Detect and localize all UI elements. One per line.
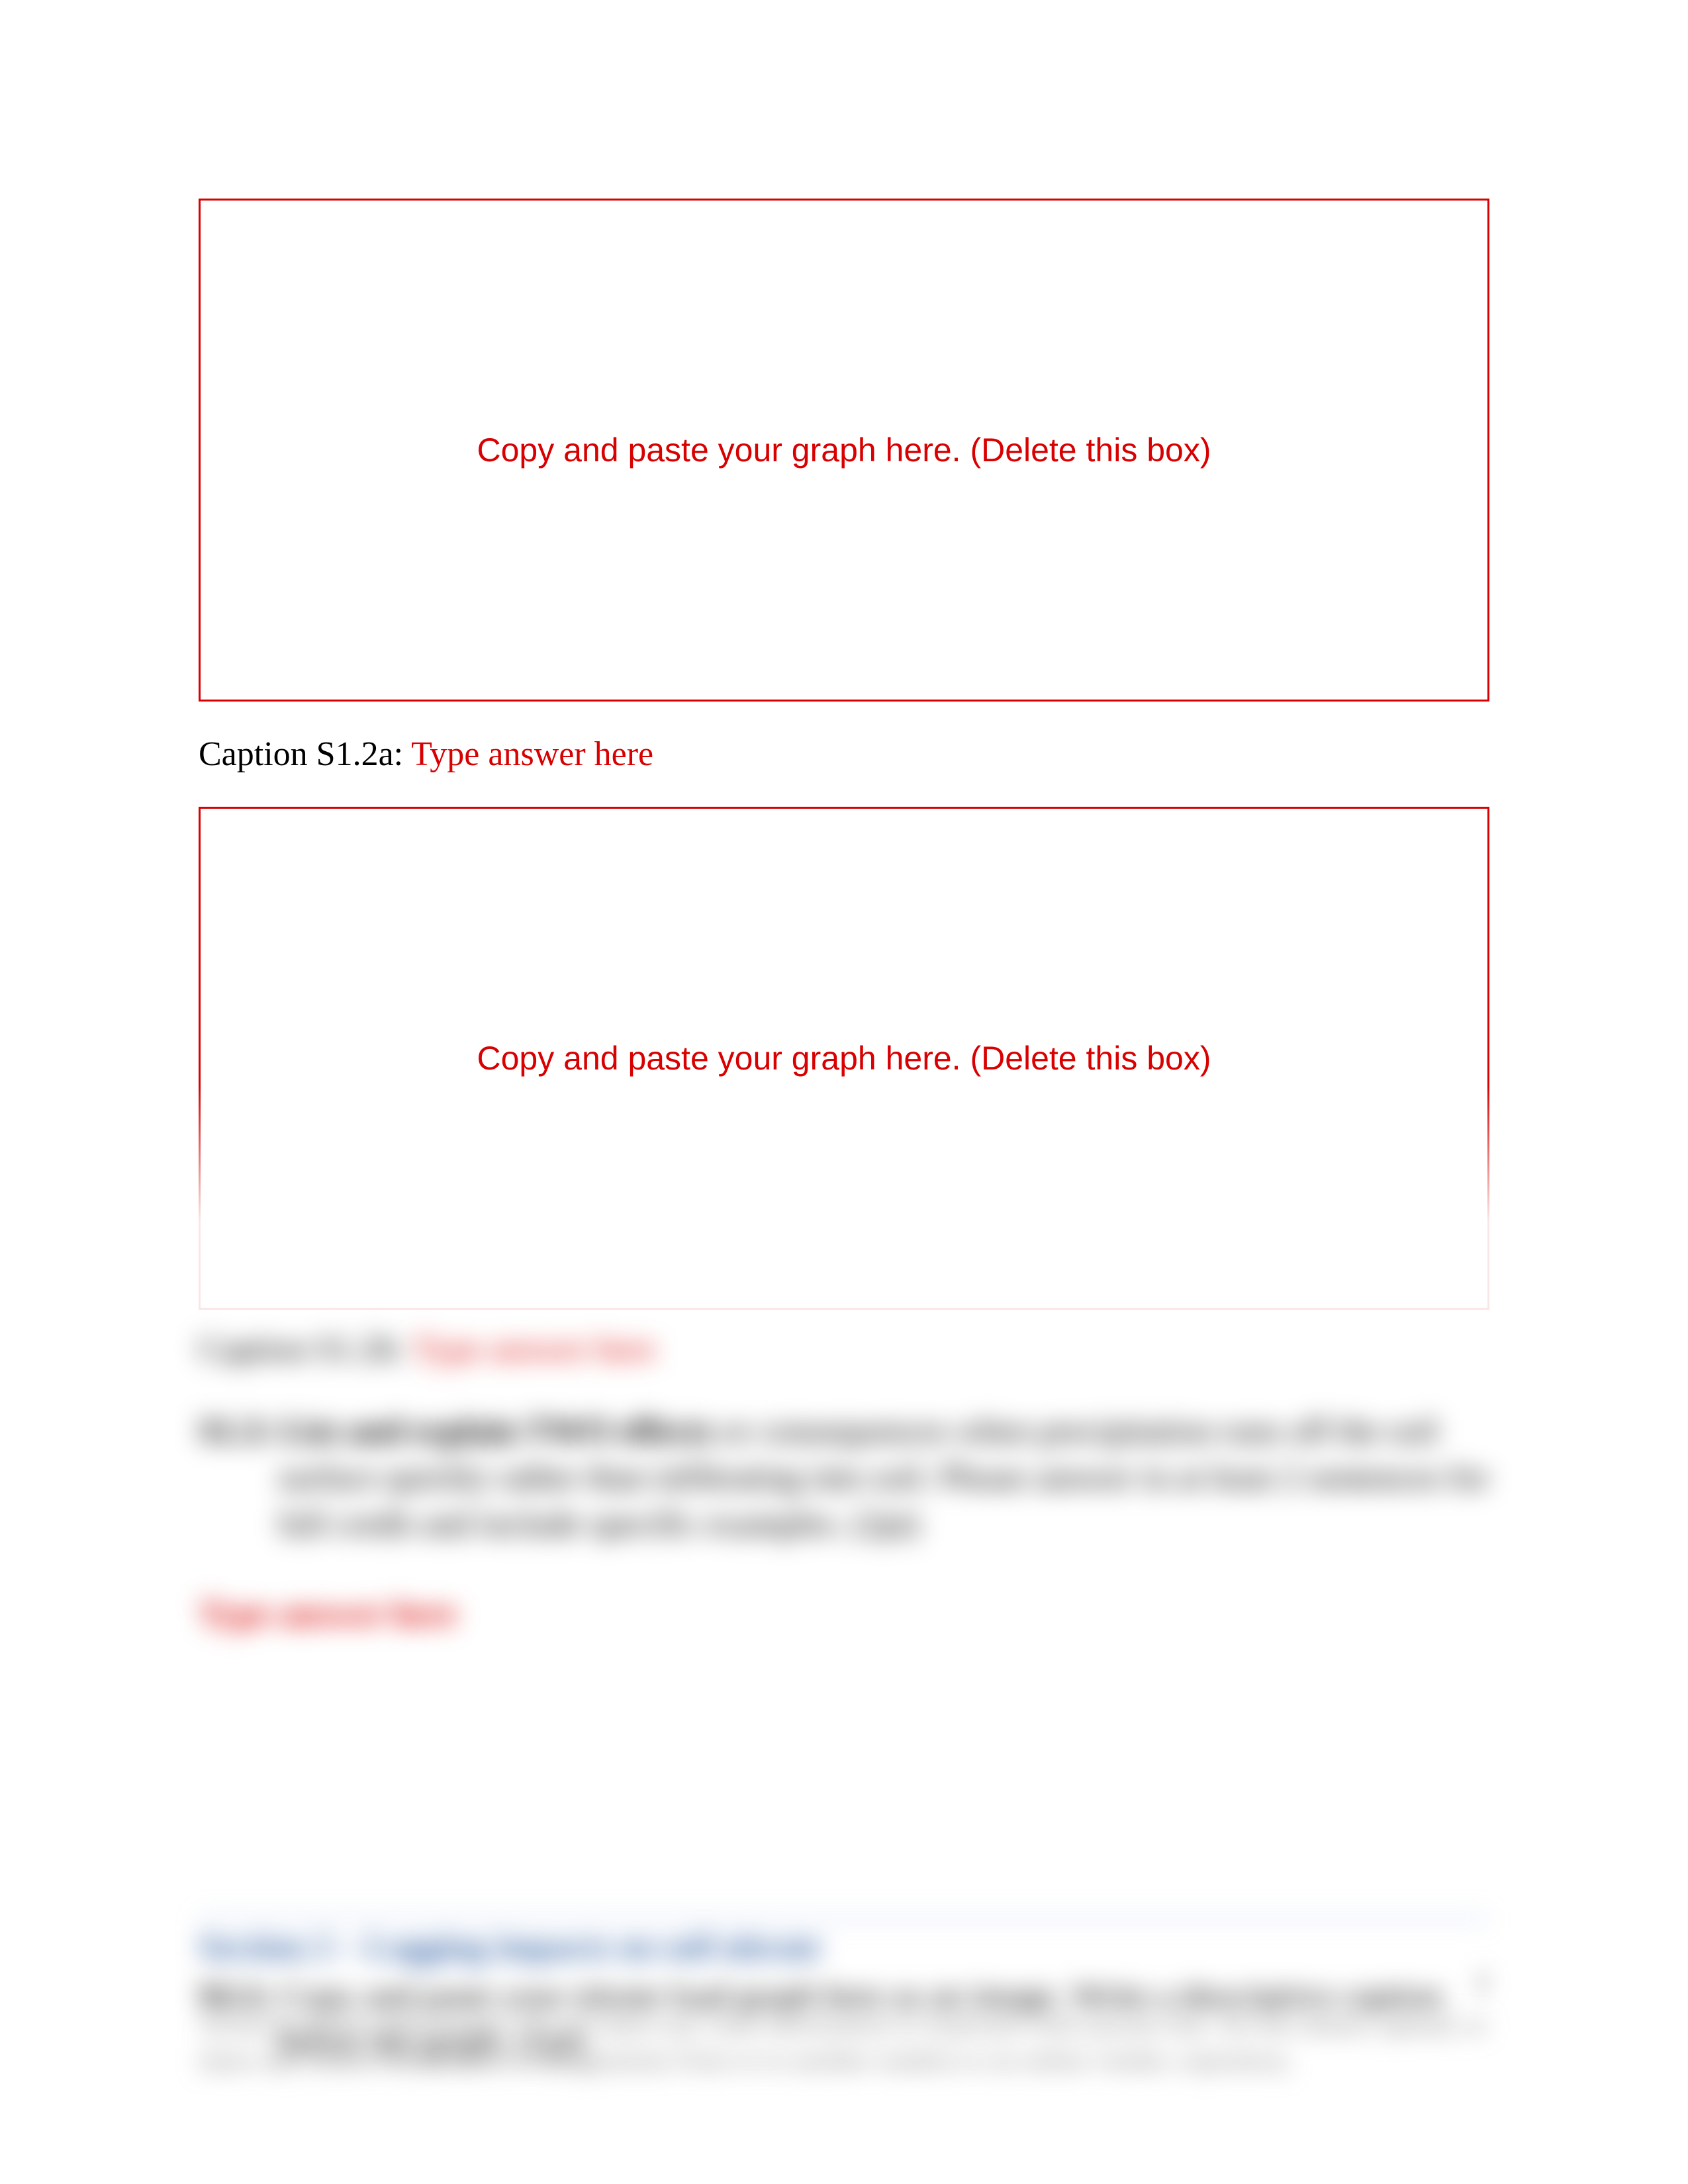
question-bold-lead: List and explain TWO effects xyxy=(281,1412,712,1450)
graph-placeholder-box-2[interactable]: Copy and paste your graph here. (Delete … xyxy=(199,807,1489,1310)
caption-answer-2[interactable]: Type answer here xyxy=(413,1330,655,1368)
graph-placeholder-text-1: Copy and paste your graph here. (Delete … xyxy=(477,431,1211,469)
question-label: S1.3: xyxy=(199,1412,281,1450)
caption-label-2: Caption S1.2b: xyxy=(199,1330,413,1368)
graph-placeholder-box-1[interactable]: Copy and paste your graph here. (Delete … xyxy=(199,199,1489,702)
page-number: 2 xyxy=(1475,1965,1489,1999)
section-2-divider: Section 2 – Logging impacts on soil nitr… xyxy=(199,1918,1489,1967)
section-2-title: Section 2 – Logging impacts on soil nitr… xyxy=(199,1928,1489,1967)
caption-label-1: Caption S1.2a: xyxy=(199,735,411,773)
blurred-preview-region: Caption S1.2b: Type answer here S1.3: Li… xyxy=(199,1330,1489,2066)
graph-box-2-wrapper: Copy and paste your graph here. (Delete … xyxy=(199,807,1489,1310)
caption-answer-1[interactable]: Type answer here xyxy=(411,735,653,773)
answer-placeholder-s1-3[interactable]: Type answer here xyxy=(199,1594,1489,1633)
caption-s1-2b: Caption S1.2b: Type answer here xyxy=(199,1330,1489,1369)
caption-s1-2a: Caption S1.2a: Type answer here xyxy=(199,735,1489,774)
footer-academic-misconduct: Avoid Academic Misconduct. Do not share … xyxy=(199,2007,1489,2078)
document-page: Copy and paste your graph here. (Delete … xyxy=(0,0,1688,2184)
graph-placeholder-text-2: Copy and paste your graph here. (Delete … xyxy=(477,1039,1211,1077)
question-s1-3: S1.3: List and explain TWO effects or co… xyxy=(199,1408,1489,1548)
